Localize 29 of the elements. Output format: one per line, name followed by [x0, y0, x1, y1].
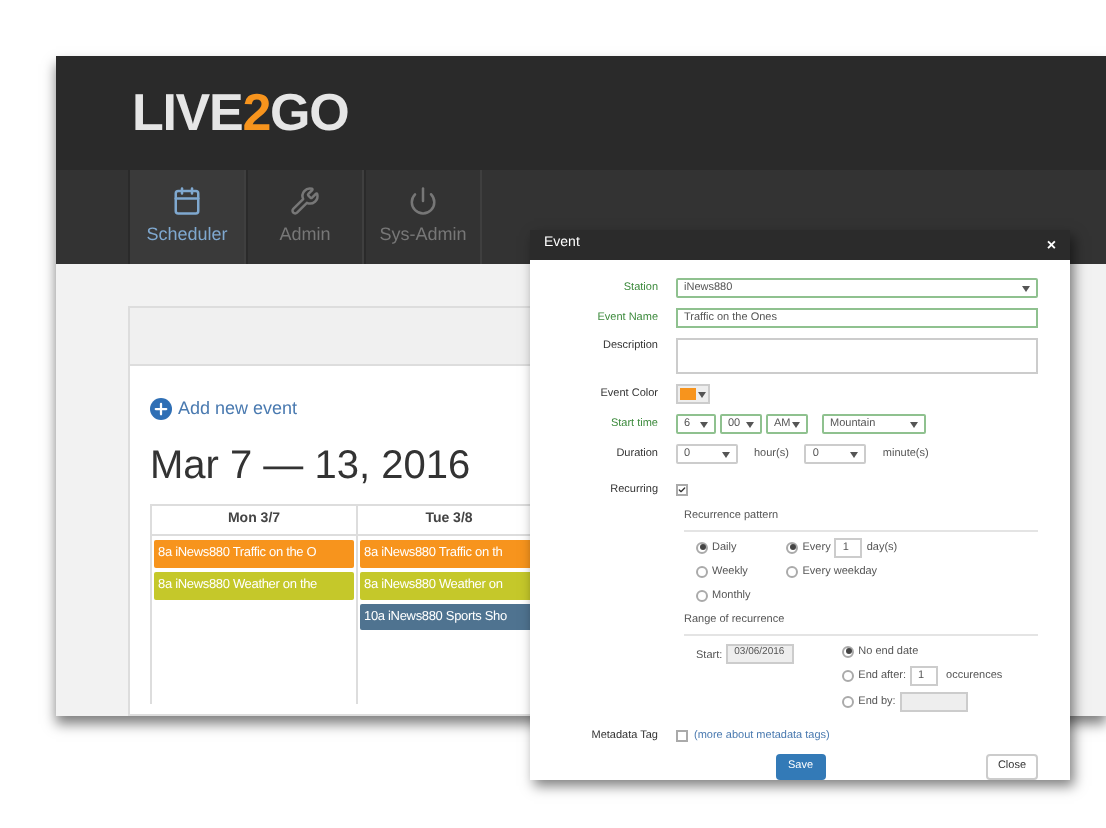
logo: LIVE2GO [132, 80, 349, 146]
radio-button[interactable] [696, 541, 708, 554]
radio-button[interactable] [786, 541, 799, 554]
caret-icon [722, 451, 730, 457]
caret-icon [910, 421, 918, 427]
add-event-link[interactable]: Add new event [150, 396, 298, 423]
caret-icon [700, 421, 708, 427]
power-icon [408, 185, 438, 216]
metadata-checkbox[interactable] [676, 729, 688, 742]
color-picker[interactable] [676, 384, 710, 404]
week-title: Mar 7 — 13, 2016 [150, 441, 473, 491]
caret-icon [1022, 285, 1030, 291]
nav-tab[interactable]: Scheduler [128, 170, 246, 264]
recurring-checkbox[interactable] [676, 484, 688, 497]
radio-button[interactable] [842, 695, 855, 708]
caret-icon [698, 391, 706, 397]
caret-icon [850, 451, 859, 457]
radio-button[interactable] [696, 590, 708, 603]
end-date-field[interactable] [899, 691, 968, 712]
caret-icon [792, 421, 800, 427]
calendar-icon [172, 185, 202, 216]
description-field[interactable] [676, 338, 1038, 374]
radio-button[interactable] [842, 645, 855, 658]
wrench-icon [290, 185, 320, 216]
add-icon [150, 398, 172, 421]
radio-button[interactable] [786, 565, 799, 578]
radio-button[interactable] [842, 669, 855, 682]
radio-button[interactable] [696, 565, 708, 578]
caret-icon [746, 421, 754, 427]
